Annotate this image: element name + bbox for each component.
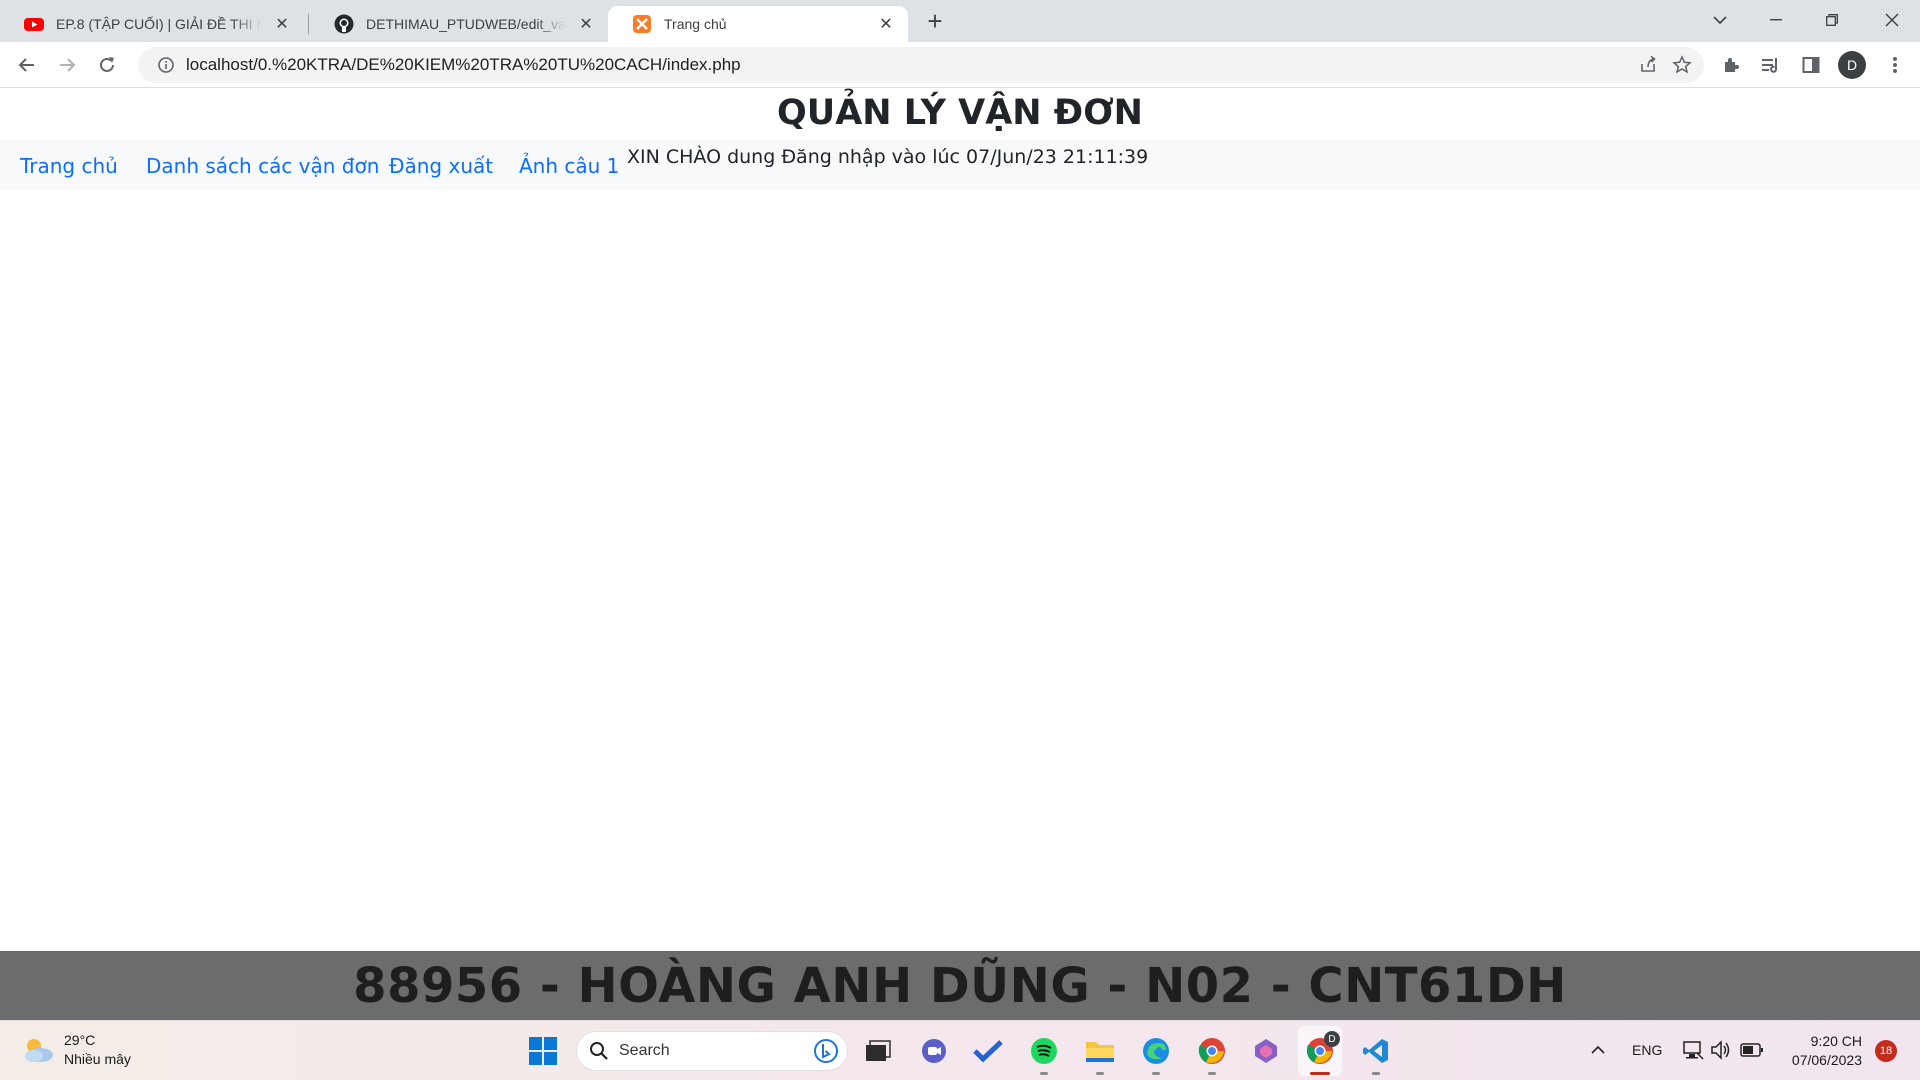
page-footer: 88956 - HOÀNG ANH DŨNG - N02 - CNT61DH xyxy=(0,951,1920,1020)
weather-description: Nhiều mây xyxy=(64,1051,131,1067)
volume-icon[interactable] xyxy=(1710,1039,1732,1061)
clock-date: 07/06/2023 xyxy=(1791,1052,1862,1068)
new-tab-button[interactable]: + xyxy=(920,6,950,36)
tab-trang-chu[interactable]: Trang chủ ✕ xyxy=(608,6,908,42)
search-icon xyxy=(590,1042,608,1060)
bing-icon[interactable] xyxy=(813,1038,839,1064)
input-language[interactable]: ENG xyxy=(1632,1042,1662,1058)
close-icon[interactable]: ✕ xyxy=(876,14,896,34)
weather-temp: 29°C xyxy=(64,1032,96,1048)
address-bar[interactable]: localhost/0.%20KTRA/DE%20KIEM%20TRA%20TU… xyxy=(138,47,1704,83)
running-indicator xyxy=(1372,1072,1380,1075)
task-view-icon[interactable] xyxy=(862,1035,894,1067)
spotify-icon[interactable] xyxy=(1028,1035,1060,1067)
side-panel-icon[interactable] xyxy=(1796,50,1826,80)
profile-avatar[interactable]: D xyxy=(1838,51,1866,79)
todo-icon[interactable] xyxy=(972,1035,1004,1067)
chevron-up-icon[interactable] xyxy=(1590,1045,1606,1055)
cloudy-weather-icon xyxy=(25,1039,53,1062)
active-indicator xyxy=(1310,1072,1330,1075)
weather-widget[interactable]: 29°C Nhiều mây xyxy=(20,1031,131,1069)
page-title: QUẢN LÝ VẬN ĐƠN xyxy=(777,93,1143,133)
nav-link-waybill-list[interactable]: Danh sách các vận đơn xyxy=(146,154,379,178)
tab-title: DETHIMAU_PTUDWEB/edit_vandon xyxy=(366,16,566,32)
vscode-icon[interactable] xyxy=(1360,1035,1392,1067)
media-control-icon[interactable] xyxy=(1756,50,1786,80)
youtube-icon xyxy=(24,18,44,31)
info-icon[interactable] xyxy=(148,47,184,83)
running-indicator xyxy=(1152,1072,1160,1075)
bookmark-star-icon[interactable] xyxy=(1672,55,1692,75)
more-menu-icon[interactable] xyxy=(1880,50,1910,80)
close-window-button[interactable] xyxy=(1864,0,1920,40)
page-navbar: Trang chủ Danh sách các vận đơn Đăng xuấ… xyxy=(0,140,1920,190)
battery-icon[interactable] xyxy=(1740,1041,1764,1059)
copilot-icon[interactable] xyxy=(1250,1035,1282,1067)
extensions-icon[interactable] xyxy=(1716,50,1746,80)
chrome-profile-badge: D xyxy=(1324,1031,1340,1047)
browser-tab-strip: EP.8 (TẬP CUỐI) | GIẢI ĐỀ THI MẪU ✕ DETH… xyxy=(0,0,1920,42)
nav-link-logout[interactable]: Đăng xuất xyxy=(389,154,493,178)
close-icon[interactable]: ✕ xyxy=(576,14,596,34)
tab-title: EP.8 (TẬP CUỐI) | GIẢI ĐỀ THI MẪU xyxy=(56,16,262,32)
notification-badge[interactable]: 18 xyxy=(1875,1040,1897,1062)
network-icon[interactable] xyxy=(1682,1039,1704,1061)
github-icon xyxy=(334,14,354,34)
minimize-button[interactable] xyxy=(1748,0,1804,40)
login-greeting: XIN CHÀO dung Đăng nhập vào lúc 07/Jun/2… xyxy=(627,146,1149,168)
reload-icon xyxy=(100,57,114,72)
close-icon[interactable]: ✕ xyxy=(272,14,292,34)
search-placeholder: Search xyxy=(619,1042,670,1059)
edge-icon[interactable] xyxy=(1140,1035,1172,1067)
arrow-left-icon xyxy=(18,58,34,72)
nav-link-question1-image[interactable]: Ảnh câu 1 xyxy=(519,154,619,178)
teams-chat-icon[interactable] xyxy=(918,1035,950,1067)
forward-button[interactable] xyxy=(52,50,82,80)
tab-separator xyxy=(308,14,309,34)
tab-github[interactable]: DETHIMAU_PTUDWEB/edit_vandon ✕ xyxy=(310,6,608,42)
reload-button[interactable] xyxy=(92,50,122,80)
clock-time: 9:20 CH xyxy=(1810,1033,1862,1049)
system-clock[interactable]: 9:20 CH 07/06/2023 xyxy=(1782,1032,1862,1070)
xampp-icon xyxy=(633,15,651,33)
back-button[interactable] xyxy=(12,50,42,80)
tab-title: Trang chủ xyxy=(664,16,727,32)
running-indicator xyxy=(1208,1072,1216,1075)
tab-search-chevron-icon[interactable] xyxy=(1692,0,1748,40)
windows-start-icon[interactable] xyxy=(528,1036,558,1066)
restore-button[interactable] xyxy=(1804,0,1860,40)
arrow-right-icon xyxy=(60,58,76,72)
tab-youtube[interactable]: EP.8 (TẬP CUỐI) | GIẢI ĐỀ THI MẪU ✕ xyxy=(0,6,304,42)
browser-toolbar: localhost/0.%20KTRA/DE%20KIEM%20TRA%20TU… xyxy=(0,42,1920,88)
url-text[interactable]: localhost/0.%20KTRA/DE%20KIEM%20TRA%20TU… xyxy=(186,55,741,75)
taskbar-search-box[interactable]: Search xyxy=(576,1031,848,1071)
running-indicator xyxy=(1040,1072,1048,1075)
running-indicator xyxy=(1096,1072,1104,1075)
share-icon[interactable] xyxy=(1638,55,1658,75)
file-explorer-icon[interactable] xyxy=(1084,1035,1116,1067)
windows-taskbar: 29°C Nhiều mây Search D ENG 9:20 CH 07/0… xyxy=(0,1020,1920,1080)
omnibox-actions xyxy=(1638,47,1692,83)
chrome-profile-icon[interactable] xyxy=(1196,1035,1228,1067)
nav-link-home[interactable]: Trang chủ xyxy=(20,154,118,178)
